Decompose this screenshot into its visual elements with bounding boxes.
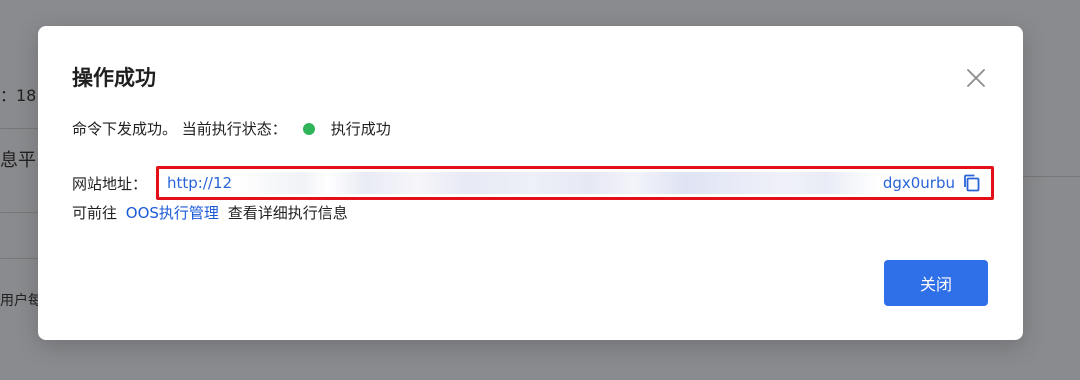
- copy-icon[interactable]: [961, 172, 983, 194]
- website-url-link-start[interactable]: http://12: [167, 174, 232, 192]
- oos-execution-management-link[interactable]: OOS执行管理: [126, 204, 219, 222]
- background-text-fragment: 息平: [0, 150, 36, 171]
- redacted-url-segment: [238, 172, 877, 194]
- execution-status-row: 命令下发成功。 当前执行状态： 执行成功: [72, 118, 391, 139]
- close-icon: [967, 69, 985, 87]
- background-text-fragment: ：18: [0, 86, 37, 105]
- success-dialog: 操作成功 命令下发成功。 当前执行状态： 执行成功 网站地址： http://1…: [38, 26, 1023, 340]
- status-value: 执行成功: [330, 120, 391, 138]
- background-divider: [0, 212, 38, 213]
- background-text-fragment: 用户每: [0, 293, 42, 309]
- hint-after-text: 查看详细执行信息: [227, 204, 348, 222]
- close-dialog-button[interactable]: 关闭: [884, 260, 988, 306]
- status-prefix-text: 命令下发成功。 当前执行状态：: [72, 120, 287, 138]
- close-button[interactable]: [964, 66, 988, 90]
- background-divider: [0, 258, 38, 259]
- website-url-highlight-box: http://12 dgx0urbu: [156, 166, 994, 200]
- dialog-title: 操作成功: [72, 66, 156, 90]
- hint-before-text: 可前往: [72, 204, 118, 222]
- website-url-row: 网站地址： http://12 dgx0urbu: [72, 166, 994, 200]
- detail-hint-row: 可前往 OOS执行管理 查看详细执行信息: [72, 202, 348, 223]
- background-divider: [1022, 176, 1080, 177]
- website-url-label: 网站地址：: [72, 174, 148, 193]
- background-divider: [0, 128, 38, 129]
- status-success-dot-icon: [302, 122, 315, 135]
- website-url-link-end[interactable]: dgx0urbu: [883, 174, 955, 192]
